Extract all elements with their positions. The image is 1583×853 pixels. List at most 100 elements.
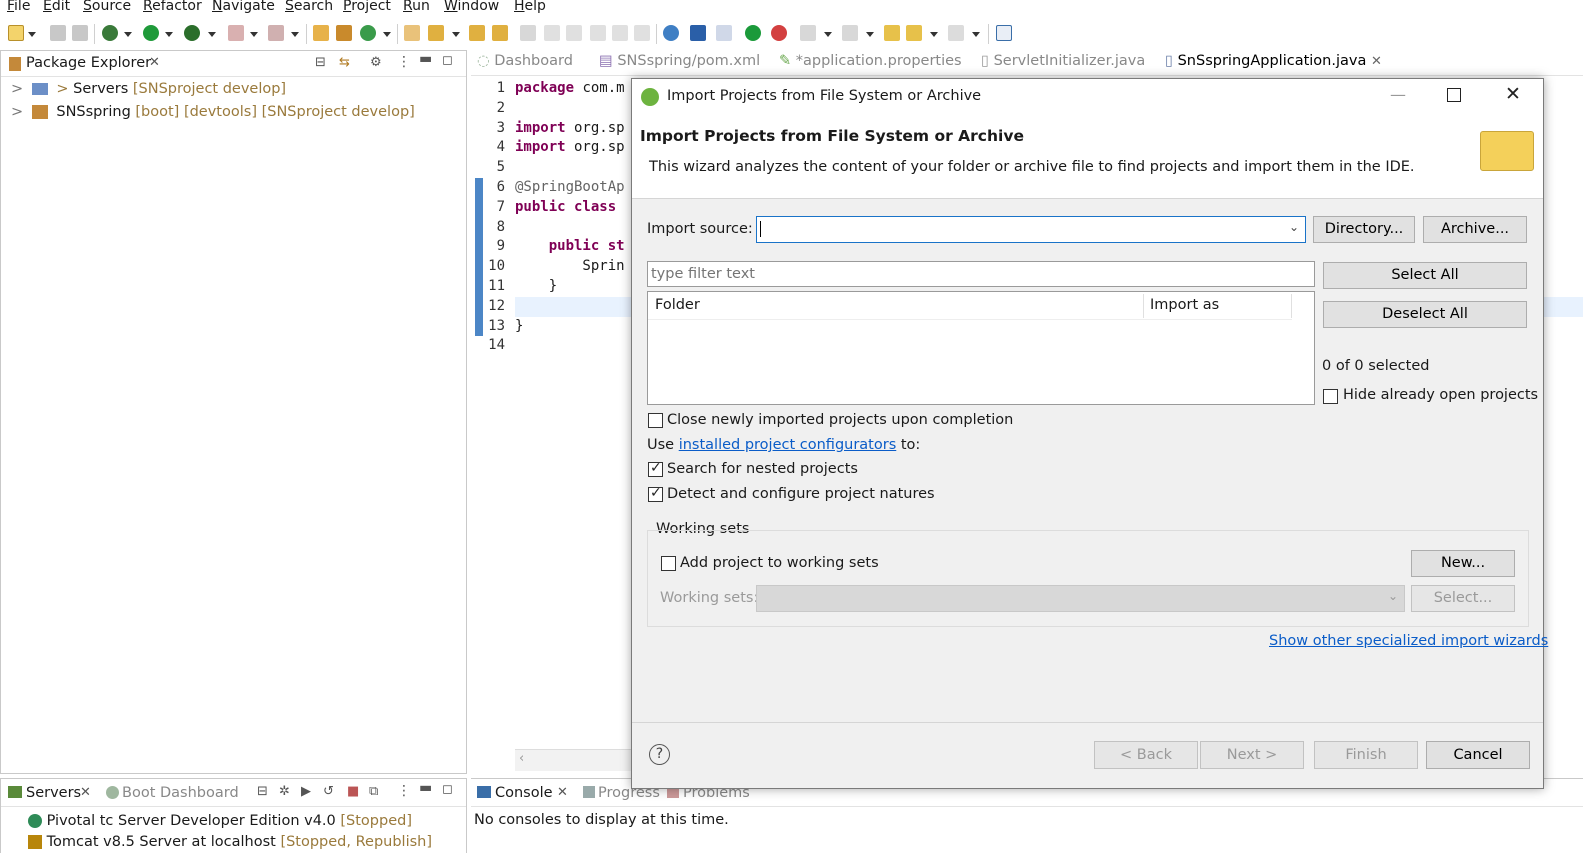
package-explorer-title[interactable]: Package Explorer [26, 55, 151, 71]
import-source-combo[interactable]: ⌄ [756, 216, 1306, 243]
coverage-icon[interactable] [268, 25, 284, 41]
start-server-icon[interactable]: ▶ [301, 784, 311, 799]
open-resource-icon[interactable] [492, 25, 508, 41]
detect-natures-label[interactable]: Detect and configure project natures [667, 486, 935, 502]
menu-source[interactable]: Source [83, 0, 131, 14]
scroll-left-icon[interactable]: ‹ [519, 751, 524, 766]
next-annotation-icon[interactable] [800, 25, 816, 41]
expand-arrow-icon[interactable]: > [11, 104, 23, 120]
hide-open-projects-label[interactable]: Hide already open projects [1343, 387, 1538, 403]
column-import-as[interactable]: Import as [1150, 297, 1219, 313]
chevron-down-icon[interactable] [124, 32, 132, 37]
profile-server-icon[interactable]: ↺ [323, 784, 334, 799]
chevron-down-icon[interactable]: ⌄ [1388, 589, 1398, 603]
close-icon[interactable]: ✕ [80, 785, 91, 800]
chevron-down-icon[interactable]: ⌄ [1289, 220, 1299, 234]
archive-button[interactable]: Archive... [1423, 216, 1527, 243]
block-selection-icon[interactable] [590, 25, 606, 41]
menu-search[interactable]: Search [285, 0, 333, 14]
maximize-icon[interactable]: ◻ [442, 53, 453, 68]
chevron-down-icon[interactable] [208, 32, 216, 37]
previous-annotation-icon[interactable] [842, 25, 858, 41]
directory-button[interactable]: Directory... [1313, 216, 1415, 243]
chevron-down-icon[interactable] [866, 32, 874, 37]
external-tools-icon[interactable] [184, 25, 200, 41]
open-task-icon[interactable] [469, 25, 485, 41]
working-sets-combo[interactable]: ⌄ [756, 585, 1405, 612]
new-package-icon[interactable] [336, 25, 352, 41]
tab-servlet-initializer[interactable]: ▯ ServletInitializer.java [981, 53, 1145, 69]
code-line[interactable]: @SpringBootAp [515, 179, 625, 195]
help-icon[interactable]: ? [649, 744, 670, 765]
save-all-icon[interactable] [72, 25, 88, 41]
other-import-wizards-link[interactable]: Show other specialized import wizards [1269, 633, 1548, 649]
globe-icon[interactable] [663, 25, 679, 41]
add-to-working-sets-label[interactable]: Add project to working sets [680, 555, 879, 571]
power-icon[interactable] [745, 25, 761, 41]
expand-arrow-icon[interactable]: > [11, 81, 23, 97]
chevron-down-icon[interactable] [824, 32, 832, 37]
new-class-icon[interactable] [360, 25, 376, 41]
stop-server-icon[interactable]: ■ [347, 784, 359, 799]
debug-icon[interactable] [102, 25, 118, 41]
column-folder[interactable]: Folder [655, 297, 700, 313]
mark-occurrences-icon[interactable] [544, 25, 560, 41]
close-icon[interactable]: ✕ [557, 785, 568, 800]
collapse-all-icon[interactable]: ⊟ [315, 55, 326, 70]
word-wrap-icon[interactable] [612, 25, 628, 41]
toggle-breadcrumb-icon[interactable] [566, 25, 582, 41]
new-working-set-button[interactable]: New... [1411, 550, 1515, 577]
back-button[interactable]: < Back [1094, 741, 1198, 769]
select-working-sets-button[interactable]: Select... [1411, 585, 1515, 612]
run-icon[interactable] [143, 25, 159, 41]
tab-application-properties[interactable]: ✎ *application.properties [779, 53, 962, 69]
tab-pom-xml[interactable]: ▤ SNSspring/pom.xml [599, 53, 760, 69]
chevron-down-icon[interactable] [165, 32, 173, 37]
code-line[interactable]: import org.sp [515, 139, 625, 155]
terminal-icon[interactable] [690, 25, 706, 41]
code-line[interactable]: Sprin [515, 258, 624, 274]
select-all-button[interactable]: Select All [1323, 262, 1527, 289]
search-icon[interactable] [428, 25, 444, 41]
close-imported-checkbox[interactable] [648, 413, 663, 428]
new-icon[interactable] [8, 25, 24, 41]
new-java-project-icon[interactable] [313, 25, 329, 41]
code-line[interactable]: import org.sp [515, 120, 625, 136]
code-line[interactable]: public st [515, 238, 625, 254]
cancel-button[interactable]: Cancel [1426, 741, 1530, 769]
server-row[interactable]: Tomcat v8.5 Server at localhost [Stopped… [28, 834, 432, 850]
code-line[interactable]: public class [515, 199, 616, 215]
tab-snsspring-application[interactable]: ▯ SnSspringApplication.java ✕ [1165, 53, 1382, 69]
menu-file[interactable]: File [7, 0, 30, 14]
minimize-icon[interactable]: ▬ [419, 780, 432, 796]
menu-refactor[interactable]: Refactor [143, 0, 202, 14]
show-whitespace-icon[interactable] [634, 25, 650, 41]
tab-console[interactable]: Console [495, 785, 553, 801]
chevron-down-icon[interactable] [383, 32, 391, 37]
minimize-icon[interactable]: ▬ [419, 51, 432, 67]
forward-arrow-icon[interactable] [948, 25, 964, 41]
chevron-down-icon[interactable] [452, 32, 460, 37]
tree-item-snsspring[interactable]: > SNSspring [boot] [devtools] [SNSprojec… [11, 104, 415, 120]
tab-dashboard[interactable]: ◌ Dashboard [477, 53, 573, 69]
minimize-icon[interactable]: — [1390, 85, 1406, 104]
collapse-all-icon[interactable]: ⊟ [257, 784, 268, 799]
open-perspective-icon[interactable] [996, 25, 1012, 41]
close-icon[interactable]: ✕ [1505, 83, 1521, 105]
search-nested-checkbox[interactable] [648, 460, 663, 477]
maximize-icon[interactable] [1447, 88, 1461, 102]
pin-icon[interactable] [716, 25, 732, 41]
menu-navigate[interactable]: Navigate [212, 0, 275, 14]
open-type-icon[interactable] [404, 25, 420, 41]
chevron-down-icon[interactable] [930, 32, 938, 37]
menu-project[interactable]: Project [343, 0, 391, 14]
code-line[interactable]: } [515, 318, 523, 334]
code-line[interactable]: package com.m [515, 80, 625, 96]
filter-icon[interactable]: ⚙ [370, 55, 382, 70]
maximize-icon[interactable]: ◻ [442, 782, 453, 797]
chevron-down-icon[interactable] [250, 32, 258, 37]
dialog-titlebar[interactable]: Import Projects from File System or Arch… [632, 79, 1543, 115]
menu-run[interactable]: Run [403, 0, 430, 14]
tab-boot-dashboard[interactable]: Boot Dashboard [122, 785, 239, 801]
search-nested-label[interactable]: Search for nested projects [667, 461, 858, 477]
